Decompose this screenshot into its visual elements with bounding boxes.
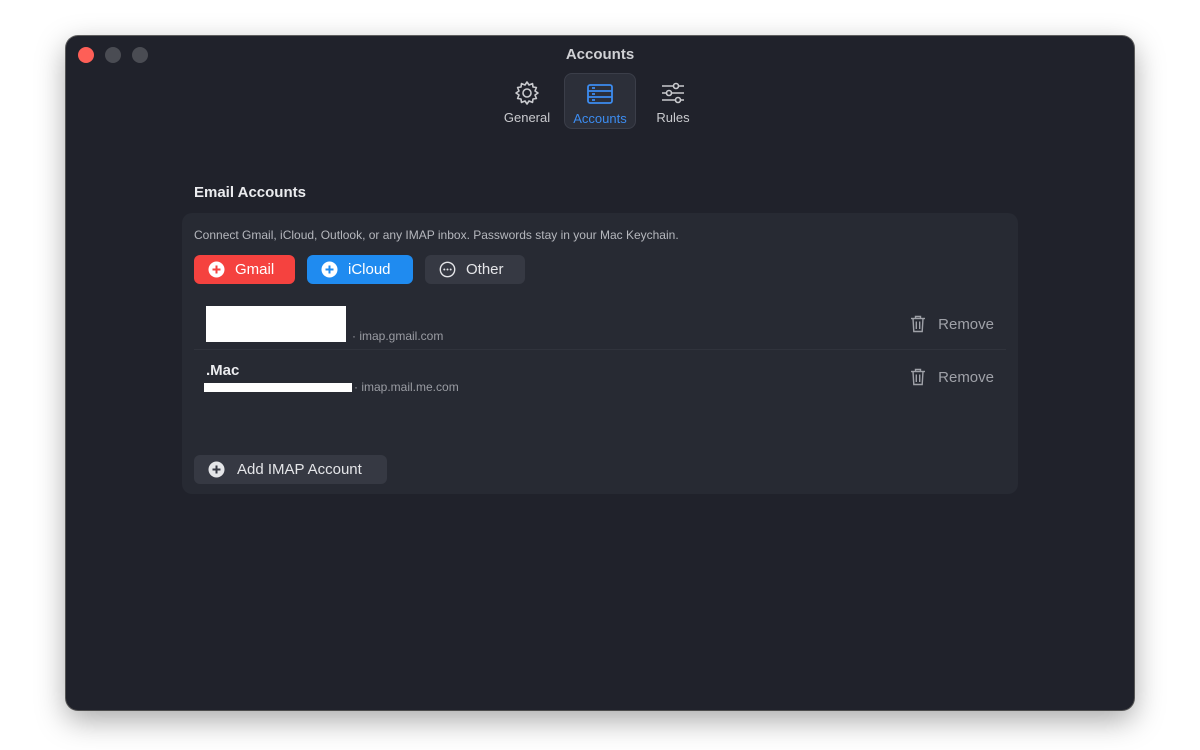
email-accounts-panel: Connect Gmail, iCloud, Outlook, or any I…	[182, 213, 1018, 494]
account-host: · imap.gmail.com	[352, 329, 444, 343]
gear-icon	[515, 81, 539, 105]
add-imap-account-button[interactable]: Add IMAP Account	[194, 455, 387, 484]
account-name: .Mac	[206, 362, 240, 379]
tab-accounts-label: Accounts	[573, 111, 627, 126]
add-gmail-button[interactable]: Gmail	[194, 255, 295, 284]
add-icloud-button[interactable]: iCloud	[307, 255, 413, 284]
remove-account-button[interactable]: Remove	[910, 315, 994, 333]
tab-rules[interactable]: Rules	[640, 73, 706, 127]
preferences-window: Accounts General Accounts Rules Email Ac…	[66, 36, 1134, 710]
section-description: Connect Gmail, iCloud, Outlook, or any I…	[194, 228, 679, 242]
add-icloud-label: iCloud	[348, 261, 391, 278]
plus-circle-icon	[208, 261, 225, 278]
accounts-icon	[587, 84, 613, 104]
preferences-toolbar: General Accounts Rules	[66, 73, 1134, 129]
add-gmail-label: Gmail	[235, 261, 275, 278]
tab-general[interactable]: General	[494, 73, 560, 127]
account-row: · imap.gmail.com Remove	[194, 301, 1006, 350]
remove-label: Remove	[938, 315, 994, 333]
add-imap-account-label: Add IMAP Account	[237, 461, 362, 478]
redacted-email	[206, 306, 346, 342]
ellipsis-circle-icon	[439, 261, 456, 278]
tab-general-label: General	[503, 110, 551, 125]
remove-account-button[interactable]: Remove	[910, 368, 994, 386]
account-host: · imap.mail.me.com	[354, 380, 459, 394]
window-title: Accounts	[565, 46, 635, 63]
sliders-icon	[662, 82, 684, 104]
tab-accounts[interactable]: Accounts	[564, 73, 636, 129]
section-title: Email Accounts	[194, 184, 306, 201]
remove-label: Remove	[938, 368, 994, 386]
add-other-button[interactable]: Other	[425, 255, 525, 284]
account-row: .Mac · imap.mail.me.com Remove	[194, 354, 1006, 402]
add-other-label: Other	[466, 261, 504, 278]
plus-circle-icon	[208, 461, 225, 478]
plus-circle-icon	[321, 261, 338, 278]
tab-rules-label: Rules	[656, 110, 690, 125]
provider-buttons: Gmail iCloud Other	[194, 255, 525, 284]
trash-icon	[911, 368, 926, 386]
trash-icon	[911, 315, 926, 333]
redacted-email	[204, 383, 352, 392]
